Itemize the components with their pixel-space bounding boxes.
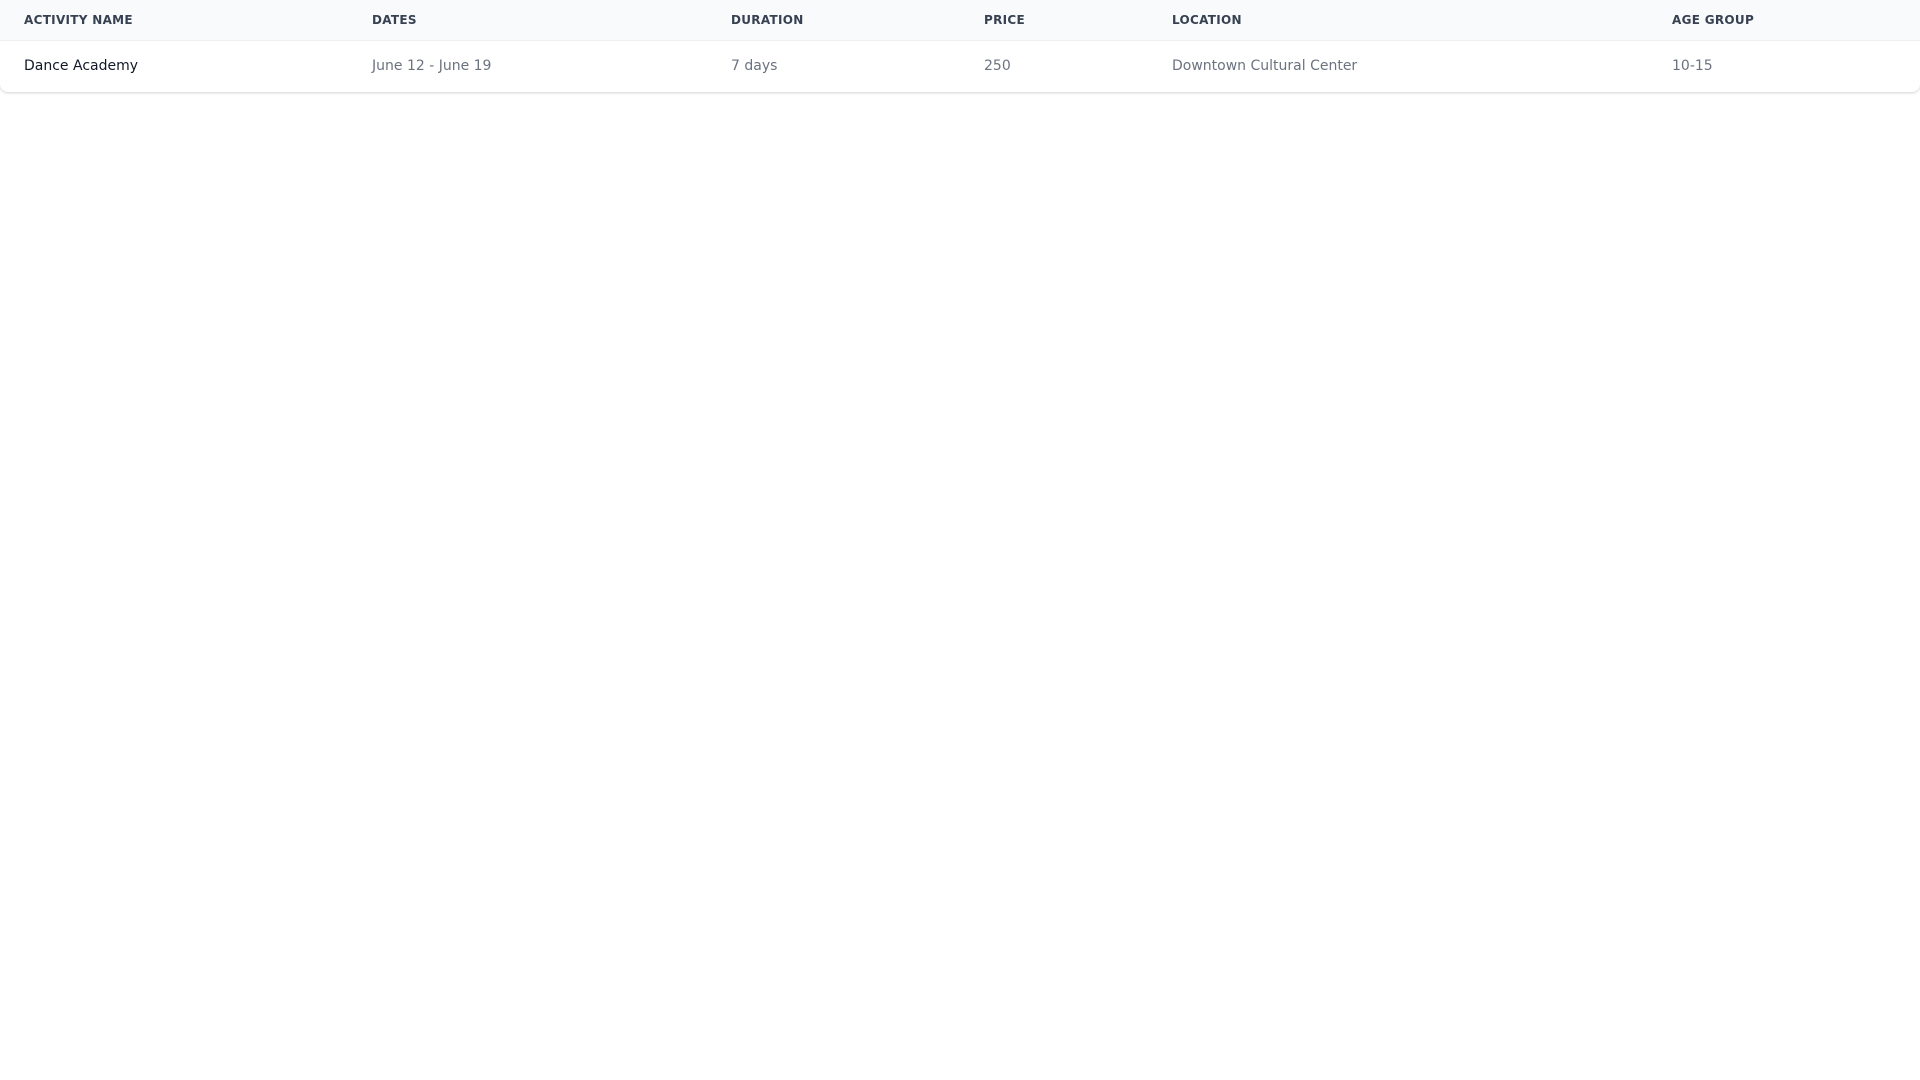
cell-location: Downtown Cultural Center xyxy=(1172,58,1358,75)
activities-table-card: ACTIVITY NAME DATES DURATION PRICE LOCAT… xyxy=(0,0,1920,92)
cell-activity-name: Dance Academy xyxy=(24,58,139,75)
cell-dates: June 12 - June 19 xyxy=(372,58,492,75)
activities-table: ACTIVITY NAME DATES DURATION PRICE LOCAT… xyxy=(0,0,1920,92)
table-header-row: ACTIVITY NAME DATES DURATION PRICE LOCAT… xyxy=(0,0,1920,40)
cell-price: 250 xyxy=(984,58,1011,75)
column-header-duration[interactable]: DURATION xyxy=(707,0,960,40)
cell-duration: 7 days xyxy=(731,58,778,75)
table-body: Dance Academy June 12 - June 19 7 days 2… xyxy=(0,40,1920,92)
cell-age-group: 10-15 xyxy=(1672,58,1713,75)
column-header-age-group[interactable]: AGE GROUP xyxy=(1648,0,1920,40)
table-header: ACTIVITY NAME DATES DURATION PRICE LOCAT… xyxy=(0,0,1920,40)
table-row[interactable]: Dance Academy June 12 - June 19 7 days 2… xyxy=(0,40,1920,92)
column-header-activity-name[interactable]: ACTIVITY NAME xyxy=(0,0,348,40)
column-header-price[interactable]: PRICE xyxy=(960,0,1148,40)
column-header-dates[interactable]: DATES xyxy=(348,0,707,40)
column-header-location[interactable]: LOCATION xyxy=(1148,0,1648,40)
